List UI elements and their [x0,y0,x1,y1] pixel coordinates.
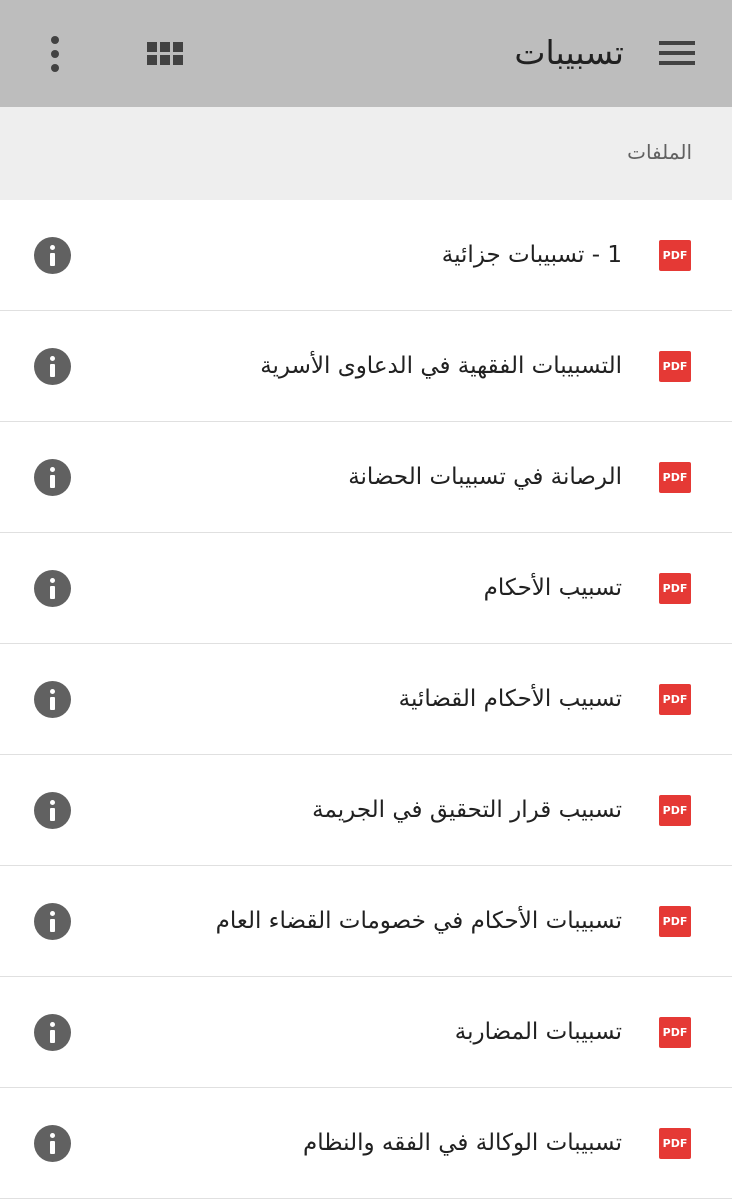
pdf-file-icon: PDF [659,795,691,826]
file-row[interactable]: PDF التسبيبات الفقهية في الدعاوى الأسرية [0,311,732,422]
pdf-file-icon: PDF [659,240,691,271]
pdf-file-icon: PDF [659,573,691,604]
info-icon[interactable] [34,903,71,940]
info-icon[interactable] [34,792,71,829]
pdf-file-icon: PDF [659,1128,691,1159]
pdf-file-icon: PDF [659,1017,691,1048]
file-row[interactable]: PDF تسبيبات الأحكام في خصومات القضاء الع… [0,866,732,977]
pdf-file-icon: PDF [659,906,691,937]
info-icon[interactable] [34,348,71,385]
file-name: الرصانة في تسبيبات الحضانة [348,464,622,490]
file-name: تسبيب الأحكام القضائية [398,686,622,712]
file-row[interactable]: PDF تسبيب الأحكام [0,533,732,644]
file-name: التسبيبات الفقهية في الدعاوى الأسرية [260,353,622,379]
file-name: تسبيب قرار التحقيق في الجريمة [312,797,622,823]
grid-view-icon[interactable] [142,34,188,74]
file-row[interactable]: PDF 1 - تسبيبات جزائية [0,200,732,311]
file-name: تسبيبات الوكالة في الفقه والنظام [303,1130,622,1156]
pdf-file-icon: PDF [659,351,691,382]
file-row[interactable]: PDF تسبيب قرار التحقيق في الجريمة [0,755,732,866]
pdf-file-icon: PDF [659,462,691,493]
info-icon[interactable] [34,681,71,718]
info-icon[interactable] [34,459,71,496]
app-bar: تسبيبات [0,0,732,107]
file-name: 1 - تسبيبات جزائية [441,242,622,268]
info-icon[interactable] [34,1125,71,1162]
pdf-file-icon: PDF [659,684,691,715]
file-row[interactable]: PDF الرصانة في تسبيبات الحضانة [0,422,732,533]
file-name: تسبيبات المضاربة [454,1019,622,1045]
hamburger-menu-icon[interactable] [654,30,700,76]
more-vertical-icon[interactable] [38,32,72,76]
section-title: الملفات [627,140,692,164]
section-header: الملفات [0,107,732,200]
info-icon[interactable] [34,1014,71,1051]
file-row[interactable]: PDF تسبيب الأحكام القضائية [0,644,732,755]
app-title: تسبيبات [514,33,624,72]
file-row[interactable]: PDF تسبيبات المضاربة [0,977,732,1088]
file-row[interactable]: PDF تسبيبات الوكالة في الفقه والنظام [0,1088,732,1199]
info-icon[interactable] [34,570,71,607]
info-icon[interactable] [34,237,71,274]
file-list: PDF 1 - تسبيبات جزائية PDF التسبيبات الف… [0,200,732,1199]
file-name: تسبيبات الأحكام في خصومات القضاء العام [215,908,622,934]
file-name: تسبيب الأحكام [483,575,622,601]
